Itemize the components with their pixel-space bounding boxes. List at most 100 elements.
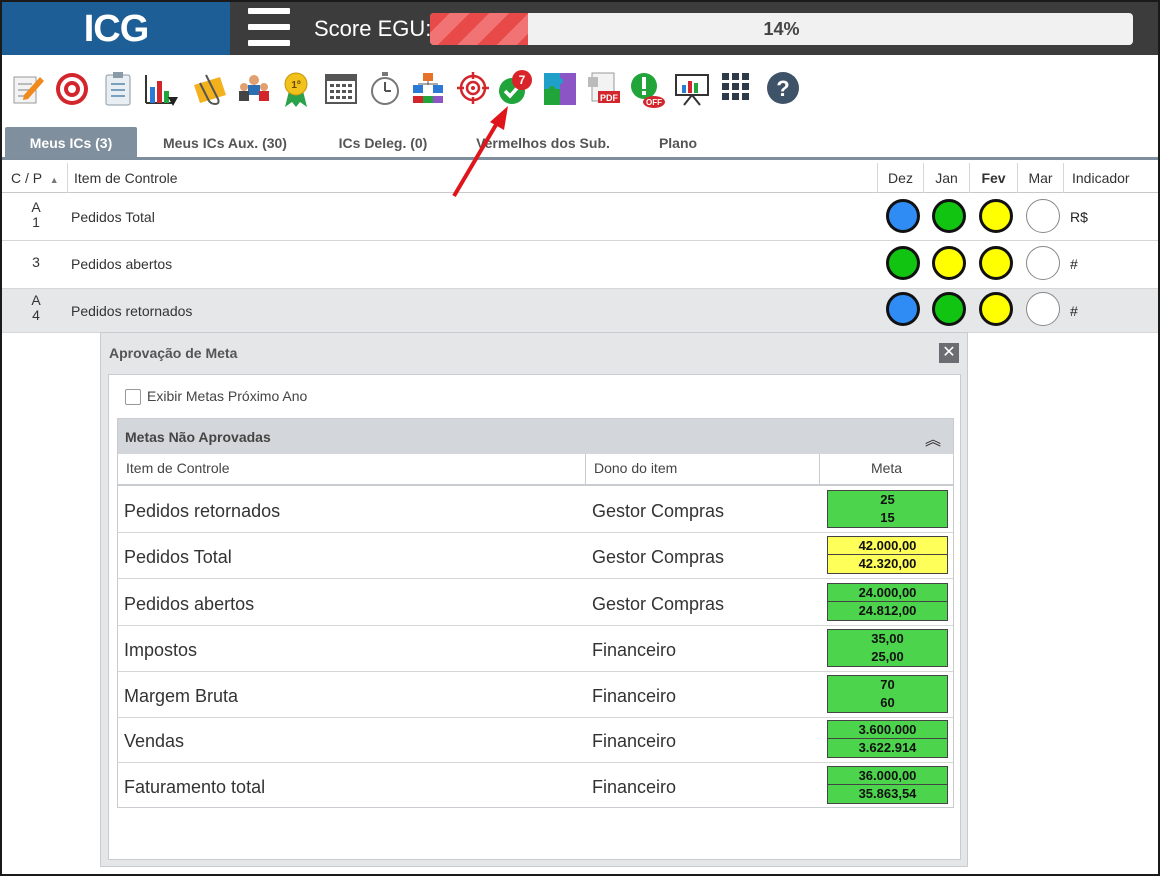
column-jan[interactable]: Jan: [924, 163, 970, 193]
folder-clip-icon[interactable]: [192, 71, 230, 109]
column-dez[interactable]: Dez: [878, 163, 924, 193]
grid-row[interactable]: A4 Pedidos retornados #: [2, 289, 1158, 333]
cp-value: A1: [31, 199, 41, 230]
goal-owner: Gestor Compras: [592, 501, 725, 521]
status-dot-fev[interactable]: [979, 292, 1013, 326]
goal-row[interactable]: Pedidos abertos Gestor Compras 24.000,00 24…: [118, 580, 953, 626]
goal-meta-proposed: 35.863,54: [858, 786, 917, 801]
goal-item-name: Impostos: [124, 640, 198, 660]
calendar-icon[interactable]: [324, 71, 362, 109]
collapse-icon[interactable]: ︽: [925, 426, 941, 450]
column-item-de-controle[interactable]: Item de Controle: [118, 454, 586, 486]
goal-owner: Financeiro: [592, 640, 677, 660]
grid-row[interactable]: 3 Pedidos abertos #: [2, 242, 1158, 289]
score-label: Score EGU:: [314, 16, 432, 41]
puzzle-icon[interactable]: [542, 71, 580, 109]
goal-meta-value[interactable]: 24.000,00 24.812,00: [827, 583, 948, 621]
column-meta[interactable]: Meta: [820, 454, 953, 486]
svg-text:OFF: OFF: [646, 98, 662, 107]
svg-text:1º: 1º: [291, 80, 301, 91]
goal-meta-target: 35,00: [871, 631, 904, 646]
goal-meta-value[interactable]: 36.000,00 35.863,54: [827, 766, 948, 804]
goal-meta-value[interactable]: 3.600.000 3.622.914: [827, 720, 948, 758]
goal-meta-value[interactable]: 35,00 25,00: [827, 629, 948, 667]
goal-row[interactable]: Margem Bruta Financeiro 70 60: [118, 672, 953, 718]
team-icon[interactable]: [236, 71, 274, 109]
column-fev[interactable]: Fev: [970, 163, 1018, 193]
sort-asc-icon: ▲: [49, 175, 59, 185]
goal-meta-value[interactable]: 42.000,00 42.320,00: [827, 536, 948, 574]
goal-meta-target: 24.000,00: [828, 584, 947, 602]
award-icon[interactable]: 1º: [280, 71, 318, 109]
column-dono-do-item[interactable]: Dono do item: [586, 454, 820, 486]
help-icon[interactable]: ?: [766, 71, 804, 109]
tab-meus-ics-aux[interactable]: Meus ICs Aux. (30): [150, 127, 300, 157]
status-dot-mar[interactable]: [1026, 292, 1060, 326]
pdf-icon[interactable]: PDF: [586, 71, 624, 109]
cp-value: 3: [32, 254, 40, 270]
goal-meta-target: 70: [880, 677, 895, 692]
presentation-icon[interactable]: [674, 71, 712, 109]
panel-title: Metas Não Aprovadas: [125, 429, 271, 445]
goal-meta-value[interactable]: 25 15: [827, 490, 948, 528]
row-item-name[interactable]: Pedidos retornados: [71, 303, 192, 319]
app-logo[interactable]: ICG: [2, 2, 230, 55]
tab-plano[interactable]: Plano: [642, 127, 714, 157]
column-indicador[interactable]: Indicador: [1064, 163, 1158, 193]
goal-owner: Financeiro: [592, 686, 677, 706]
next-year-checkbox[interactable]: [125, 389, 141, 406]
indicator-unit: #: [1070, 303, 1078, 319]
target-icon[interactable]: [54, 71, 92, 109]
goal-meta-target: 42.000,00: [828, 537, 947, 555]
goal-meta-proposed: 15: [880, 510, 895, 525]
tab-meus-ics[interactable]: Meus ICs (3): [5, 127, 137, 157]
goal-row[interactable]: Faturamento total Financeiro 36.000,00 35.8…: [118, 763, 953, 809]
close-icon[interactable]: ✕: [939, 343, 959, 363]
goal-row[interactable]: Pedidos retornados Gestor Compras 25 15: [118, 487, 953, 533]
goal-meta-target: 36.000,00: [828, 767, 947, 785]
goal-row[interactable]: Vendas Financeiro 3.600.000 3.622.914: [118, 717, 953, 763]
clipboard-icon[interactable]: [102, 71, 140, 109]
indicator-unit: R$: [1070, 209, 1088, 225]
annotation-arrow: [452, 106, 508, 198]
grid-header: C / P ▲ Item de Controle Dez Jan Fev Mar…: [2, 163, 1158, 193]
tab-ics-deleg[interactable]: ICs Deleg. (0): [320, 127, 446, 157]
status-dot-fev[interactable]: [979, 199, 1013, 233]
goal-meta-value[interactable]: 70 60: [827, 675, 948, 713]
goal-owner: Financeiro: [592, 731, 677, 751]
approval-dialog: Aprovação de Meta ✕ Exibir Metas Próximo…: [100, 332, 968, 867]
next-year-checkbox-row[interactable]: Exibir Metas Próximo Ano: [125, 388, 307, 406]
row-item-name[interactable]: Pedidos abertos: [71, 256, 172, 272]
tab-bar: Meus ICs (3) Meus ICs Aux. (30) ICs Dele…: [2, 127, 1158, 160]
goal-item-name: Pedidos abertos: [124, 594, 255, 614]
edit-icon[interactable]: [10, 71, 48, 109]
goal-row[interactable]: Pedidos Total Gestor Compras 42.000,00 42.3…: [118, 533, 953, 579]
goal-owner: Gestor Compras: [592, 547, 725, 567]
app-frame: ICG Score EGU: 14% 1º PDF OFF ? 7 Meus I…: [0, 0, 1160, 876]
toolbar: 1º PDF OFF ?: [10, 71, 830, 111]
column-cp[interactable]: C / P ▲: [2, 163, 68, 193]
goal-meta-target: 25: [880, 492, 895, 507]
goal-owner: Gestor Compras: [592, 594, 725, 614]
status-dot-dez[interactable]: [886, 292, 920, 326]
column-mar[interactable]: Mar: [1018, 163, 1064, 193]
bar-chart-icon[interactable]: [144, 71, 182, 109]
status-dot-jan[interactable]: [932, 292, 966, 326]
menu-icon[interactable]: [248, 8, 290, 46]
status-dot-dez[interactable]: [886, 199, 920, 233]
status-dot-jan[interactable]: [932, 246, 966, 280]
panel-header: Metas Não Aprovadas ︽: [118, 419, 953, 454]
status-dot-dez[interactable]: [886, 246, 920, 280]
goal-meta-proposed: 3.622.914: [858, 740, 917, 755]
stopwatch-icon[interactable]: [368, 71, 406, 109]
grid-icon[interactable]: [720, 71, 758, 109]
goal-row[interactable]: Impostos Financeiro 35,00 25,00: [118, 626, 953, 672]
grid-row[interactable]: A1 Pedidos Total R$: [2, 194, 1158, 241]
status-dot-fev[interactable]: [979, 246, 1013, 280]
status-dot-jan[interactable]: [932, 199, 966, 233]
status-dot-mar[interactable]: [1026, 246, 1060, 280]
status-dot-mar[interactable]: [1026, 199, 1060, 233]
alert-off-icon[interactable]: OFF: [630, 71, 668, 109]
row-item-name[interactable]: Pedidos Total: [71, 209, 155, 225]
goal-item-name: Pedidos retornados: [124, 501, 281, 521]
